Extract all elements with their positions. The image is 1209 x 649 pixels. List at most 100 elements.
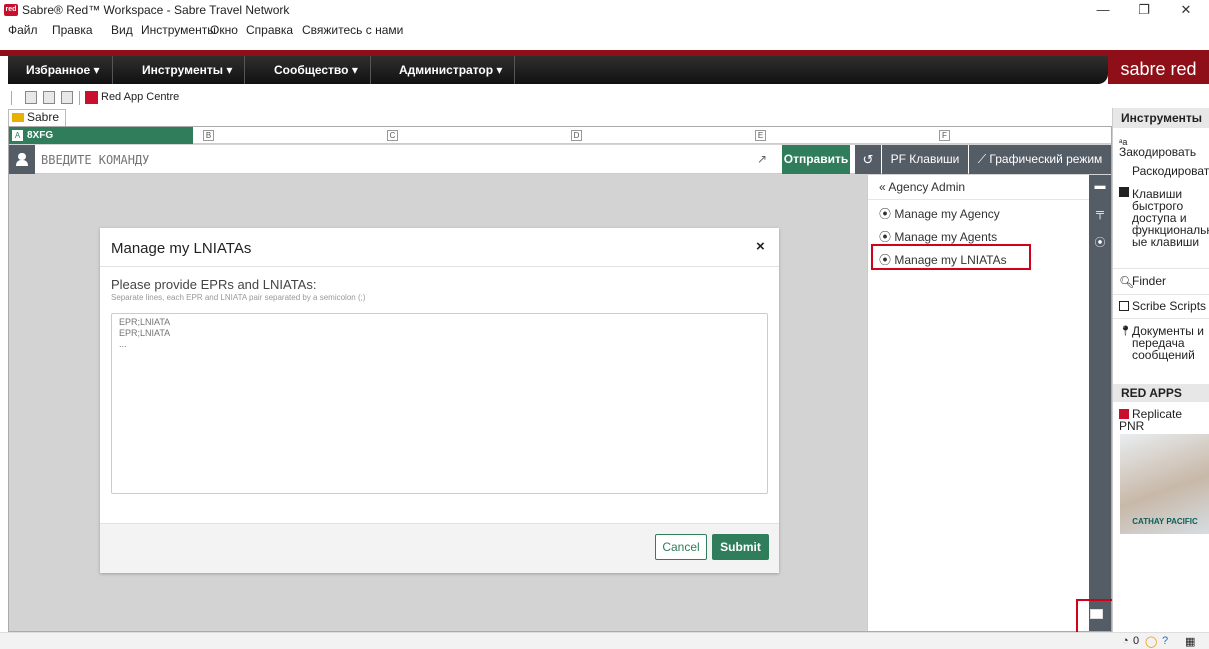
sidebar-item-scribe[interactable]: Scribe Scripts [1119, 300, 1206, 312]
dialog-prompt: Please provide EPRs and LNIATAs: [111, 277, 317, 292]
red-app-centre-link[interactable]: Red App Centre [101, 91, 179, 103]
command-bar: ↗ Отправить ↺ PF Клавиши ⟋ Графический р… [9, 145, 1111, 174]
highlight-box [871, 244, 1031, 270]
red-app-centre-icon[interactable] [85, 91, 98, 104]
replicate-icon [1119, 409, 1129, 419]
pin-icon[interactable]: ╤ [1089, 207, 1111, 219]
work-area-d[interactable]: D [561, 127, 745, 144]
play-circle-icon[interactable]: ⦿ [1089, 234, 1111, 250]
nav-admin[interactable]: Администратор ▾ [387, 56, 516, 84]
dialog-footer: Cancel Submit [100, 523, 779, 573]
sidebar-item-replicate[interactable]: Replicate PNR [1119, 408, 1209, 432]
status-bar: ◔ 0 ◯ ? ▦ [0, 632, 1209, 649]
minimize-button[interactable]: — [1083, 0, 1123, 20]
area-letter: C [387, 130, 398, 141]
cancel-button[interactable]: Cancel [655, 534, 707, 560]
sabre-red-logo: sabre red [1108, 56, 1209, 84]
print-icon[interactable] [25, 91, 37, 104]
briefcase-icon[interactable]: ▬ [1089, 180, 1111, 192]
close-icon[interactable]: × [756, 238, 765, 255]
app-logo-icon: red [4, 4, 18, 16]
bullet-icon: ⦿ [879, 207, 892, 221]
menu-contact[interactable]: Свяжитесь с нами [302, 23, 403, 37]
submit-button[interactable]: Submit [712, 534, 769, 560]
sidebar-item-label: Раскодировать [1132, 164, 1209, 178]
refresh-icon[interactable]: ◯ [1145, 635, 1157, 648]
side-toolstrip: ▬ ╤ ⦿ [1089, 175, 1111, 631]
history-icon[interactable]: ↺ [855, 145, 881, 174]
sidebar-item-finder[interactable]: 🔍︎Finder [1119, 274, 1167, 289]
maximize-button[interactable]: ❐ [1124, 0, 1164, 20]
sidebar-title: Инструменты [1113, 108, 1209, 128]
script-icon [1119, 301, 1129, 311]
tools-sidebar: Инструменты ᵃaЗакодировать Раскодировать… [1112, 108, 1209, 632]
divider [100, 266, 779, 267]
command-input[interactable] [41, 150, 741, 170]
nav-tools[interactable]: Инструменты ▾ [130, 56, 246, 84]
search-icon: 🔍︎ [1119, 275, 1135, 289]
docs-label: Документы и передача сообщений [1132, 324, 1204, 362]
menu-file[interactable]: Файл [8, 23, 38, 37]
sabre-tab-icon [12, 113, 24, 122]
work-area-a[interactable]: A 8XFG [9, 127, 193, 144]
manage-agents-label: Manage my Agents [894, 230, 998, 244]
menu-bar: Файл Правка Вид Инструменты Окно Справка… [0, 20, 1209, 42]
id-card-icon[interactable] [1090, 609, 1103, 619]
menu-view[interactable]: Вид [111, 23, 133, 37]
agent-profile-icon[interactable] [9, 145, 35, 174]
bullet-icon: ⦿ [879, 230, 892, 244]
work-area-b[interactable]: B [193, 127, 377, 144]
close-window-button[interactable]: ✕ [1166, 0, 1206, 20]
menu-window[interactable]: Окно [210, 23, 238, 37]
dialog-title: Manage my LNIATAs [111, 240, 252, 257]
graphic-mode-button[interactable]: ⟋ Графический режим [969, 145, 1111, 174]
copy-icon[interactable] [43, 91, 55, 104]
manage-agents-link[interactable]: ⦿ Manage my Agents [879, 228, 997, 245]
sidebar-item-hotkeys[interactable] [1119, 186, 1132, 198]
send-button[interactable]: Отправить [782, 145, 850, 174]
toolbar: Red App Centre [0, 88, 1209, 108]
work-area-e[interactable]: E [745, 127, 929, 144]
manage-lniatas-dialog: Manage my LNIATAs × Please provide EPRs … [100, 228, 779, 573]
work-area-f[interactable]: F [929, 127, 1111, 144]
help-icon[interactable]: ? [1162, 635, 1168, 647]
nav-favorites[interactable]: Избранное ▾ [14, 56, 113, 84]
title-bar: red Sabre® Red™ Workspace - Sabre Travel… [0, 0, 1209, 20]
agency-admin-back-link[interactable]: « Agency Admin [879, 180, 965, 194]
keyboard-icon [1119, 187, 1129, 197]
epr-lniata-textarea[interactable] [111, 313, 768, 494]
ad-brand-label: CATHAY PACIFIC [1132, 517, 1198, 526]
sidebar-item-label: Scribe Scripts [1132, 299, 1207, 313]
nav-community[interactable]: Сообщество ▾ [262, 56, 371, 84]
red-apps-header: RED APPS [1113, 384, 1209, 402]
window-title: Sabre® Red™ Workspace - Sabre Travel Net… [22, 3, 290, 17]
manage-agency-link[interactable]: ⦿ Manage my Agency [879, 205, 1000, 222]
toolbar-divider [11, 91, 12, 105]
menu-tools[interactable]: Инструменты [141, 23, 216, 37]
sidebar-item-label: Finder [1132, 274, 1167, 288]
menu-edit[interactable]: Правка [52, 23, 93, 37]
toolbar-divider [79, 91, 80, 105]
area-letter: B [203, 130, 214, 141]
menu-help[interactable]: Справка [246, 23, 293, 37]
settings-icon[interactable]: ▦ [1185, 635, 1195, 648]
manage-agency-label: Manage my Agency [894, 207, 1000, 221]
popout-icon[interactable]: ↗ [757, 152, 767, 166]
area-pcc: 8XFG [27, 130, 54, 141]
pf-keys-button[interactable]: PF Клавиши [882, 145, 968, 174]
tab-sabre[interactable]: Sabre [8, 109, 66, 126]
sidebar-item-docs[interactable]: 📍︎ [1119, 323, 1132, 337]
main-nav: Избранное ▾ Инструменты ▾ Сообщество ▾ А… [0, 42, 1209, 88]
sidebar-item-encode[interactable]: ᵃaЗакодировать [1119, 134, 1209, 158]
sidebar-item-decode[interactable]: Раскодировать [1132, 165, 1209, 177]
work-areas: A 8XFG B C D E F [9, 127, 1111, 144]
area-letter: E [755, 130, 766, 141]
area-letter: D [571, 130, 582, 141]
dialog-hint: Separate lines, each EPR and LNIATA pair… [111, 293, 366, 302]
agency-admin-panel: « Agency Admin ⦿ Manage my Agency ⦿ Mana… [867, 175, 1090, 631]
location-pin-icon: 📍︎ [1119, 326, 1132, 337]
paste-icon[interactable] [61, 91, 73, 104]
work-area-c[interactable]: C [377, 127, 561, 144]
tab-sabre-label: Sabre [27, 110, 60, 124]
connection-icon: ◔ [1122, 635, 1129, 647]
